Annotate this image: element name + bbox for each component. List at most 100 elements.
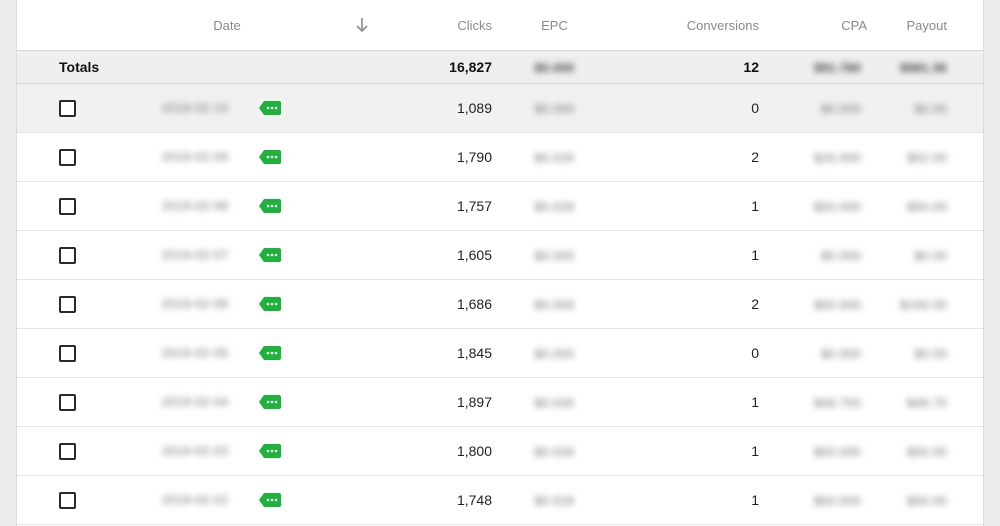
row-clicks: 1,089	[397, 83, 492, 133]
row-clicks: 1,605	[397, 230, 492, 280]
row-checkbox[interactable]	[59, 344, 76, 362]
row-cpa: $50.000	[814, 298, 861, 312]
report-table-panel: Date Clicks EPC Conversions CPA Payout T…	[16, 0, 984, 526]
row-payout: $100.00	[900, 298, 947, 312]
row-cpa: $48.750	[814, 396, 861, 410]
column-header-epc[interactable]: EPC	[492, 0, 617, 51]
row-cpa: $50.000	[814, 494, 861, 508]
row-date: 2019-02-05	[162, 346, 229, 360]
tag-icon[interactable]	[259, 101, 281, 115]
header-checkbox-cell	[17, 0, 127, 51]
row-clicks: 1,897	[397, 377, 492, 427]
tag-icon[interactable]	[259, 493, 281, 507]
row-payout: $52.00	[907, 151, 947, 165]
row-checkbox[interactable]	[59, 246, 76, 264]
row-checkbox[interactable]	[59, 442, 76, 460]
row-clicks: 1,686	[397, 279, 492, 329]
row-checkbox[interactable]	[59, 148, 76, 166]
row-conversions: 1	[617, 377, 759, 427]
row-epc: $0.029	[534, 151, 575, 165]
report-table: Date Clicks EPC Conversions CPA Payout T…	[17, 0, 983, 525]
tag-icon[interactable]	[259, 297, 281, 311]
row-clicks: 1,748	[397, 475, 492, 525]
column-header-conversions[interactable]: Conversions	[617, 0, 759, 51]
row-payout: $50.00	[907, 494, 947, 508]
row-date: 2019-02-08	[162, 199, 229, 213]
row-cpa: $50.000	[814, 445, 861, 459]
row-cpa: $0.000	[821, 102, 861, 116]
row-epc: $0.059	[534, 298, 575, 312]
column-header-clicks[interactable]: Clicks	[397, 0, 492, 51]
row-checkbox[interactable]	[59, 99, 76, 117]
tag-icon[interactable]	[259, 199, 281, 213]
table-row[interactable]: 2019-02-09 1,790 $0.029 2 $26.000 $52.00	[17, 132, 983, 182]
totals-cpa: $91.780	[814, 61, 861, 75]
table-row[interactable]: 2019-02-03 1,800 $0.028 1 $50.000 $50.00	[17, 426, 983, 476]
row-conversions: 2	[617, 279, 759, 329]
row-payout: $0.00	[914, 102, 947, 116]
table-row[interactable]: 2019-02-07 1,605 $0.000 1 $0.000 $0.00	[17, 230, 983, 280]
row-cpa: $50.000	[814, 200, 861, 214]
totals-label: Totals	[59, 59, 100, 75]
row-conversions: 2	[617, 132, 759, 182]
row-date: 2019-02-10	[162, 101, 229, 115]
row-clicks: 1,757	[397, 181, 492, 231]
table-row[interactable]: 2019-02-02 1,748 $0.029 1 $50.000 $50.00	[17, 475, 983, 525]
column-header-payout[interactable]: Payout	[867, 0, 983, 51]
row-date: 2019-02-02	[162, 493, 229, 507]
totals-clicks: 16,827	[397, 50, 492, 84]
row-epc: $0.026	[534, 396, 575, 410]
table-row[interactable]: 2019-02-04 1,897 $0.026 1 $48.750 $48.75	[17, 377, 983, 427]
row-checkbox[interactable]	[59, 295, 76, 313]
totals-epc: $0.000	[534, 61, 575, 75]
tag-icon[interactable]	[259, 444, 281, 458]
column-header-cpa[interactable]: CPA	[759, 0, 867, 51]
totals-payout: $981.36	[900, 61, 947, 75]
header-row: Date Clicks EPC Conversions CPA Payout	[17, 0, 983, 51]
table-row[interactable]: 2019-02-05 1,845 $0.000 0 $0.000 $0.00	[17, 328, 983, 378]
row-conversions: 1	[617, 475, 759, 525]
row-clicks: 1,800	[397, 426, 492, 476]
row-conversions: 0	[617, 83, 759, 133]
row-date: 2019-02-04	[162, 395, 229, 409]
row-clicks: 1,845	[397, 328, 492, 378]
row-conversions: 1	[617, 230, 759, 280]
row-conversions: 1	[617, 181, 759, 231]
row-date: 2019-02-03	[162, 444, 229, 458]
row-clicks: 1,790	[397, 132, 492, 182]
row-payout: $48.75	[907, 396, 947, 410]
sort-toggle[interactable]	[327, 0, 397, 51]
row-epc: $0.029	[534, 494, 575, 508]
row-checkbox[interactable]	[59, 393, 76, 411]
row-payout: $0.00	[914, 249, 947, 263]
row-cpa: $0.000	[821, 249, 861, 263]
table-row[interactable]: 2019-02-06 1,686 $0.059 2 $50.000 $100.0…	[17, 279, 983, 329]
row-date: 2019-02-07	[162, 248, 229, 262]
row-conversions: 1	[617, 426, 759, 476]
totals-row: Totals 16,827 $0.000 12 $91.780 $981.36	[17, 50, 983, 84]
row-cpa: $26.000	[814, 151, 861, 165]
tag-icon[interactable]	[259, 346, 281, 360]
row-date: 2019-02-09	[162, 150, 229, 164]
row-epc: $0.000	[534, 249, 575, 263]
row-payout: $50.00	[907, 200, 947, 214]
row-checkbox[interactable]	[59, 491, 76, 509]
row-payout: $50.00	[907, 445, 947, 459]
row-cpa: $0.000	[821, 347, 861, 361]
tag-icon[interactable]	[259, 150, 281, 164]
row-epc: $0.028	[534, 445, 575, 459]
row-payout: $0.00	[914, 347, 947, 361]
tag-icon[interactable]	[259, 248, 281, 262]
row-epc: $0.029	[534, 200, 575, 214]
row-epc: $0.000	[534, 347, 575, 361]
row-checkbox[interactable]	[59, 197, 76, 215]
table-row[interactable]: 2019-02-08 1,757 $0.029 1 $50.000 $50.00	[17, 181, 983, 231]
row-epc: $0.000	[534, 102, 575, 116]
column-header-date[interactable]: Date	[127, 0, 327, 51]
totals-conversions: 12	[617, 50, 759, 84]
table-row[interactable]: 2019-02-10 1,089 $0.000 0 $0.000 $0.00	[17, 83, 983, 133]
tag-icon[interactable]	[259, 395, 281, 409]
row-date: 2019-02-06	[162, 297, 229, 311]
arrow-down-icon	[356, 18, 368, 33]
row-conversions: 0	[617, 328, 759, 378]
